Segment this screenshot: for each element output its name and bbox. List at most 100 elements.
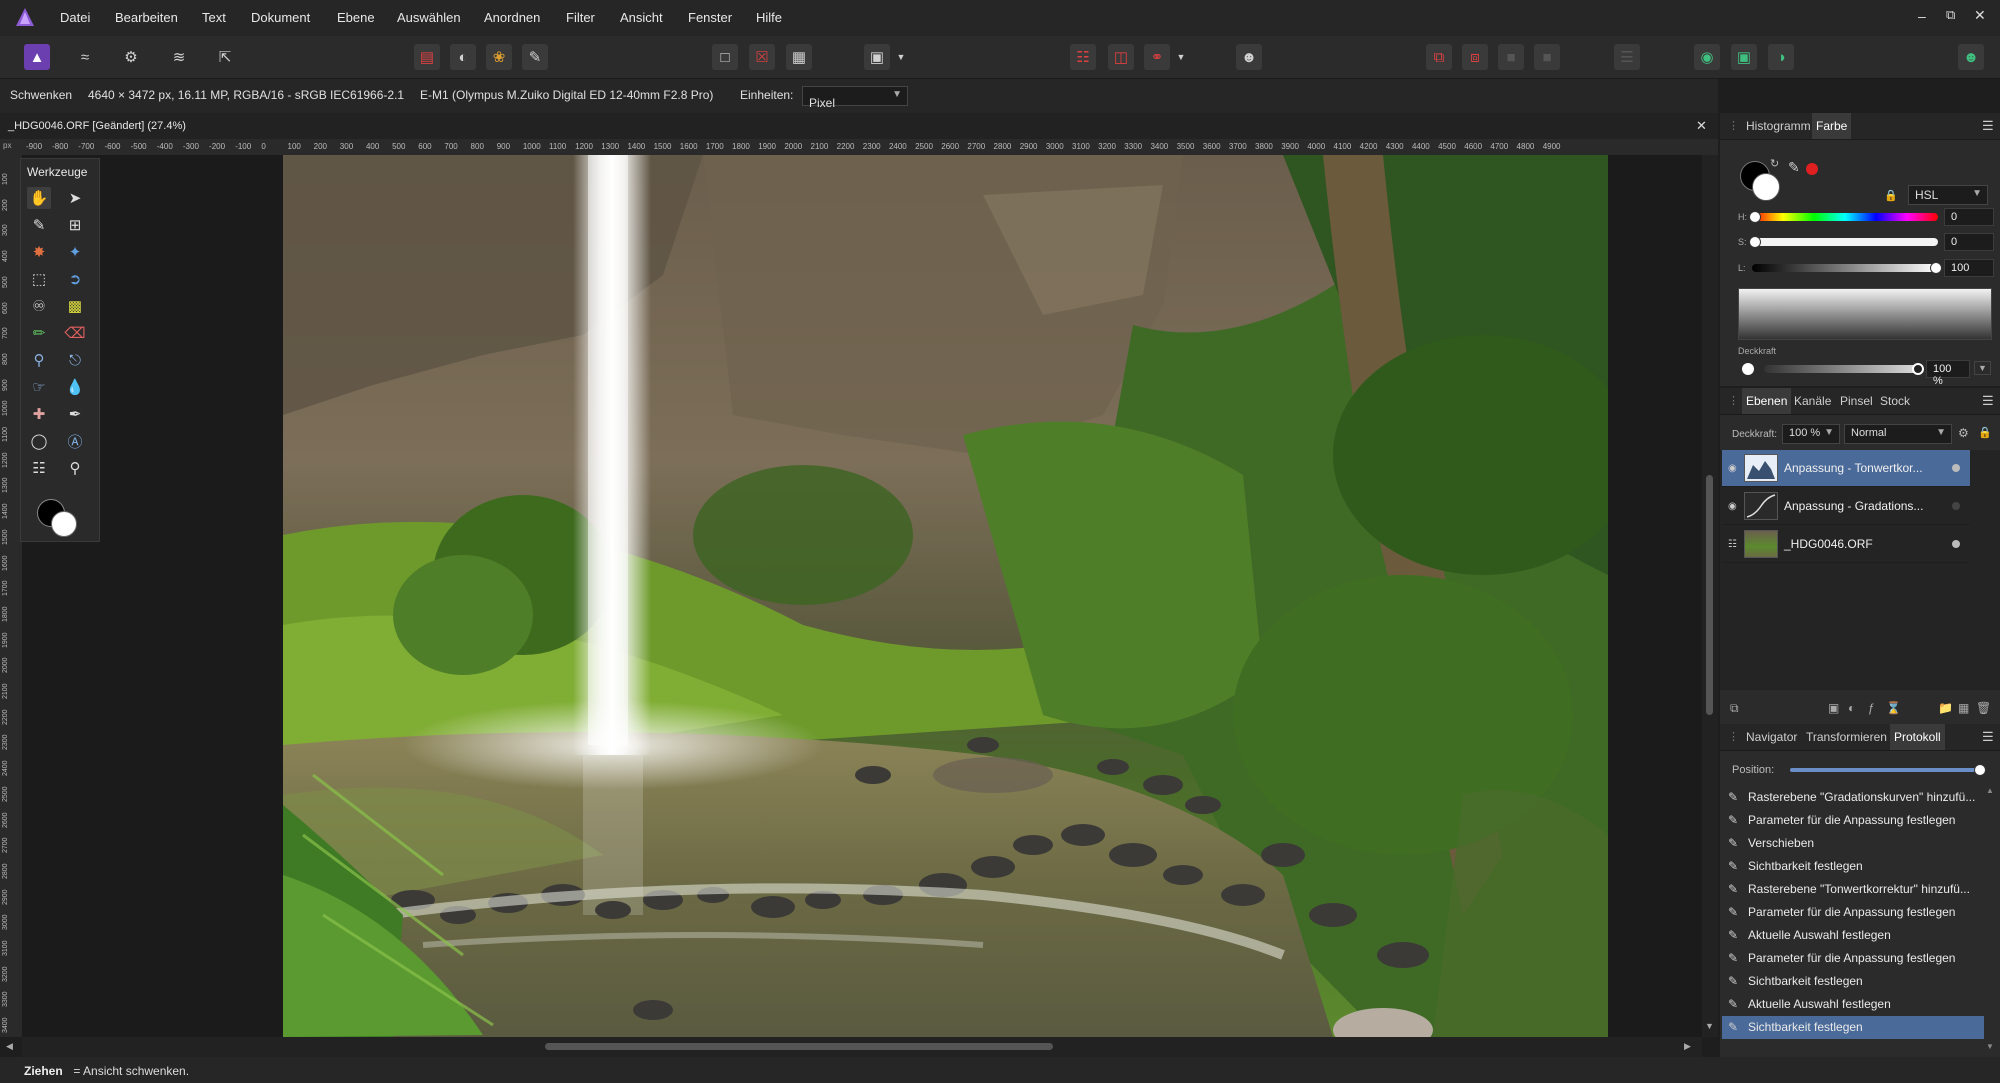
add-group-icon[interactable]: 📁 — [1938, 701, 1953, 715]
select-all-icon[interactable]: □ — [712, 44, 738, 70]
auto-colors-icon[interactable]: ❀ — [486, 44, 512, 70]
text-tool-icon[interactable]: Ⓐ — [63, 430, 87, 452]
blend-mode-select[interactable]: Normal ▼ — [1844, 424, 1952, 444]
layer-lock-icon[interactable]: 🔒 — [1978, 426, 1992, 439]
layer-blend-dot-icon[interactable] — [1952, 502, 1960, 510]
invert-selection-icon[interactable]: ▦ — [786, 44, 812, 70]
history-item[interactable]: ✎ Parameter für die Anpassung festlegen — [1722, 809, 1984, 832]
quick-mask-icon[interactable]: ▣ — [864, 44, 890, 70]
arrange-forward-icon[interactable]: ⧈ — [1462, 44, 1488, 70]
color-mode-select[interactable]: HSL ▼ — [1908, 185, 1988, 205]
opacity-dropdown-icon[interactable]: ▼ — [1974, 361, 1991, 375]
saturation-slider-knob[interactable] — [1749, 236, 1761, 248]
marquee-tool-icon[interactable]: ⬚ — [27, 268, 51, 290]
tone-mapping-persona-icon[interactable]: ≋ — [166, 44, 192, 70]
history-item[interactable]: ✎ Aktuelle Auswahl festlegen — [1722, 993, 1984, 1016]
layer-visibility-icon[interactable]: ◉ — [1728, 501, 1738, 512]
flood-fill-tool-icon[interactable]: ♾ — [27, 295, 51, 317]
menu-fenster[interactable]: Fenster — [688, 10, 732, 25]
delete-layer-icon[interactable]: 🗑 — [1976, 701, 1991, 715]
tab-navigator[interactable]: Navigator — [1742, 730, 1801, 744]
layer-blend-dot-icon[interactable] — [1952, 464, 1960, 472]
quick-mask-dropdown-icon[interactable]: ▼ — [894, 44, 908, 70]
align-icon[interactable]: ☰ — [1614, 44, 1640, 70]
layer-blend-dot-icon[interactable] — [1952, 540, 1960, 548]
panel-menu-icon[interactable]: ☰ — [1982, 118, 1994, 134]
lightness-value[interactable]: 100 — [1944, 259, 1994, 277]
saturation-value[interactable]: 0 — [1944, 233, 1994, 251]
lightness-slider[interactable] — [1752, 262, 1942, 274]
horizontal-scrollbar[interactable]: ◀ ▶ — [6, 1037, 1702, 1057]
menu-filter[interactable]: Filter — [566, 10, 595, 25]
clone-tool-icon[interactable]: ⎋ — [63, 349, 87, 371]
freehand-selection-tool-icon[interactable]: ➲ — [63, 268, 87, 290]
tab-pinsel[interactable]: Pinsel — [1836, 394, 1877, 408]
layer-visibility-icon[interactable]: ◉ — [1728, 463, 1738, 474]
horizontal-scrollbar-thumb[interactable] — [545, 1043, 1053, 1050]
selection-brush-tool-icon[interactable]: ✸ — [27, 241, 51, 263]
menu-auswaehlen[interactable]: Auswählen — [397, 10, 461, 25]
menu-ansicht[interactable]: Ansicht — [620, 10, 663, 25]
photo-persona-icon[interactable]: ▲ — [24, 44, 50, 70]
blur-tool-icon[interactable]: 💧 — [63, 376, 87, 398]
view-tool-hand-icon[interactable]: ✋ — [27, 187, 51, 209]
layer-row[interactable]: ☷ _HDG0046.ORF — [1722, 526, 1970, 563]
liquify-persona-icon[interactable]: ≈ — [72, 44, 98, 70]
add-live-filter-icon[interactable]: ƒ — [1868, 701, 1875, 715]
vertical-scrollbar-thumb[interactable] — [1706, 475, 1713, 715]
assistant-manager-icon[interactable]: ☻ — [1236, 44, 1262, 70]
hue-value[interactable]: 0 — [1944, 208, 1994, 226]
export-persona-icon[interactable]: ⇱ — [212, 44, 238, 70]
position-slider-knob[interactable] — [1974, 764, 1986, 776]
menu-bearbeiten[interactable]: Bearbeiten — [115, 10, 178, 25]
lightness-slider-knob[interactable] — [1930, 262, 1942, 274]
history-item[interactable]: ✎ Sichtbarkeit festlegen — [1722, 970, 1984, 993]
menu-dokument[interactable]: Dokument — [251, 10, 310, 25]
arrange-front-icon[interactable]: ■ — [1498, 44, 1524, 70]
add-boolean-icon[interactable]: ◉ — [1694, 44, 1720, 70]
intersect-boolean-icon[interactable]: ◑ — [1768, 44, 1794, 70]
tab-ebenen[interactable]: Ebenen — [1742, 388, 1792, 414]
menu-hilfe[interactable]: Hilfe — [756, 10, 782, 25]
history-item[interactable]: ✎ Rasterebene "Tonwertkorrektur" hinzufü.… — [1722, 878, 1984, 901]
close-window-icon[interactable]: ✕ — [1974, 7, 1986, 24]
add-pixel-layer-icon[interactable]: ▦ — [1958, 701, 1969, 715]
eyedropper-icon[interactable]: ✎ — [1788, 159, 1800, 176]
minimize-icon[interactable]: – — [1918, 8, 1926, 24]
menu-datei[interactable]: Datei — [60, 10, 90, 25]
erase-brush-tool-icon[interactable]: ⌫ — [63, 322, 87, 344]
tab-stock[interactable]: Stock — [1876, 394, 1914, 408]
menu-ebene[interactable]: Ebene — [337, 10, 375, 25]
history-item[interactable]: ✎ Sichtbarkeit festlegen — [1722, 855, 1984, 878]
subtract-boolean-icon[interactable]: ▣ — [1731, 44, 1757, 70]
close-document-icon[interactable]: ✕ — [1696, 118, 1707, 134]
auto-contrast-icon[interactable]: ◐ — [450, 44, 476, 70]
scroll-down-icon[interactable]: ▼ — [1705, 1021, 1714, 1031]
history-item[interactable]: ✎ Parameter für die Anpassung festlegen — [1722, 901, 1984, 924]
develop-persona-icon[interactable]: ⚙ — [118, 44, 144, 70]
pen-tool-icon[interactable]: ✒ — [63, 403, 87, 425]
lock-icon[interactable]: 🔒 — [1884, 189, 1898, 202]
smudge-tool-icon[interactable]: ☞ — [27, 376, 51, 398]
tab-protokoll[interactable]: Protokoll — [1890, 724, 1945, 750]
layer-visibility-icon[interactable]: ☷ — [1728, 539, 1738, 550]
layer-row[interactable]: ◉ Anpassung - Tonwertkor... — [1722, 450, 1970, 487]
auto-white-balance-icon[interactable]: ✎ — [522, 44, 548, 70]
color-picker-tool-icon[interactable]: ✎ — [27, 214, 51, 236]
position-slider[interactable] — [1790, 764, 1986, 776]
history-scroll-up-icon[interactable]: ▲ — [1986, 786, 1994, 795]
pixel-layer-icon[interactable]: ⌛ — [1886, 701, 1901, 715]
background-color-swatch[interactable] — [51, 511, 77, 537]
stroke-swatch-icon[interactable] — [1752, 173, 1780, 201]
mesh-warp-tool-icon[interactable]: ☷ — [27, 457, 51, 479]
add-adjustment-icon[interactable]: ◐ — [1848, 701, 1855, 715]
paint-brush-tool-icon[interactable]: ✏ — [27, 322, 51, 344]
color-preview-gradient[interactable] — [1738, 288, 1992, 340]
add-mask-icon[interactable]: ▣ — [1828, 701, 1839, 715]
layer-settings-gear-icon[interactable]: ⚙ — [1958, 426, 1969, 440]
gradient-tool-icon[interactable]: ▩ — [63, 295, 87, 317]
flood-select-tool-icon[interactable]: ✦ — [63, 241, 87, 263]
arrange-back-icon[interactable]: ⧉ — [1426, 44, 1452, 70]
layer-effects-icon[interactable]: ⧉ — [1730, 701, 1739, 716]
deselect-icon[interactable]: ☒ — [749, 44, 775, 70]
